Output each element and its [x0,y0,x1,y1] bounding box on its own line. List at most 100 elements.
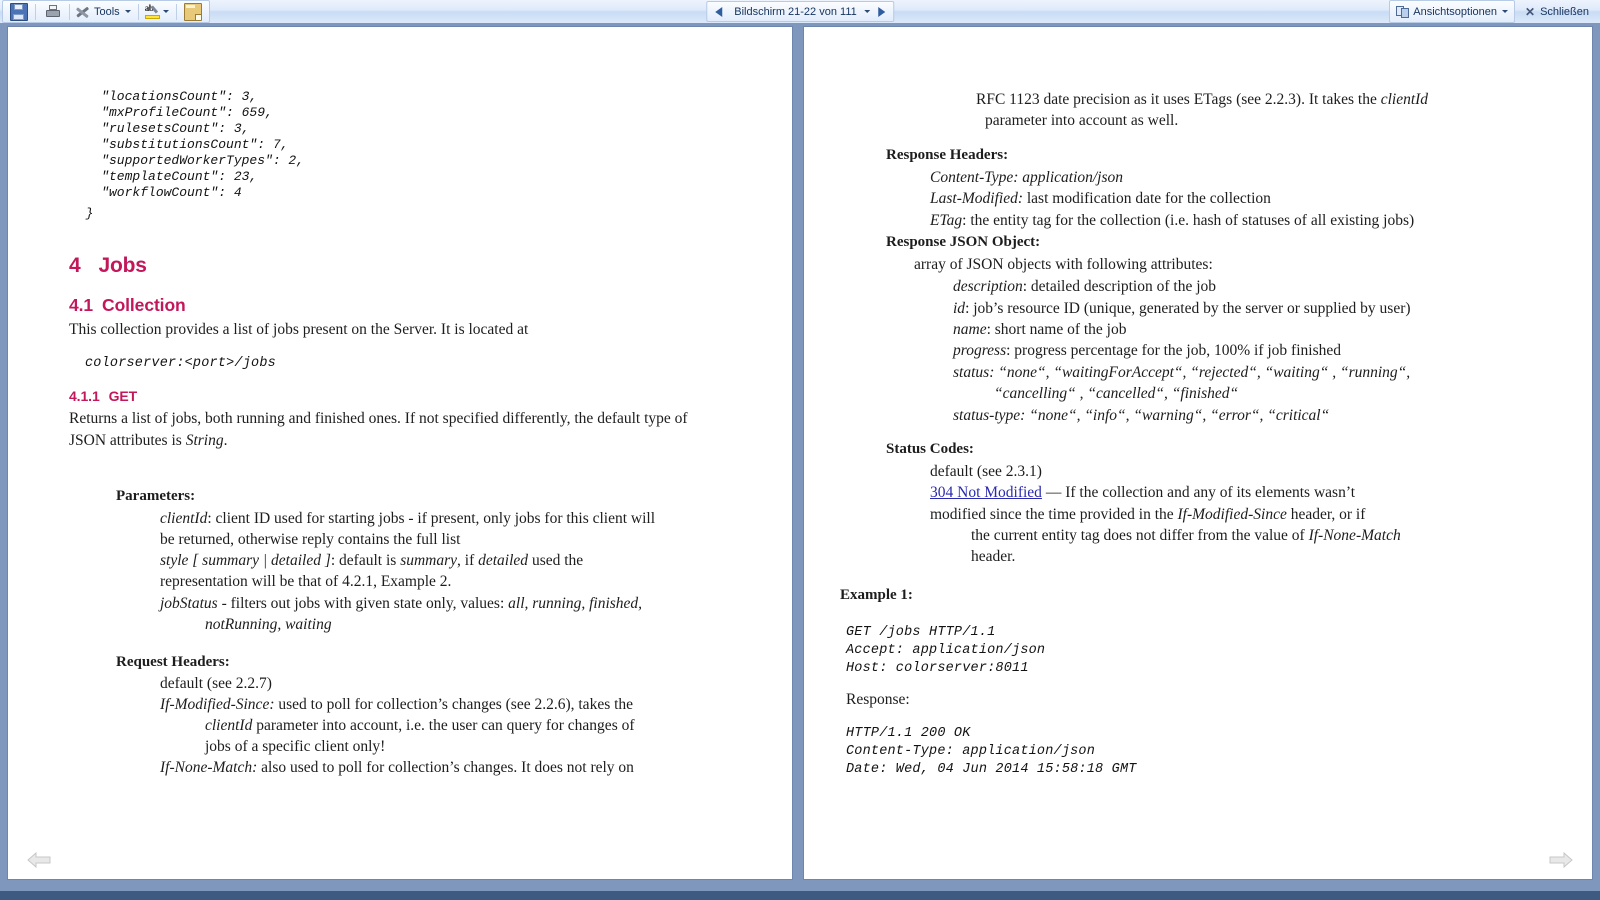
status-codes-label: Status Codes: [886,441,974,457]
response-header-last-modified: Last-Modified: last modification date fo… [930,190,1271,207]
example-response-block: HTTP/1.1 200 OK [846,726,971,741]
toolbar-divider [175,3,177,20]
tools-label: Tools [94,5,120,18]
view-options-label: Ansichtsoptionen [1413,5,1498,18]
page-left-content: "locationsCount": 3, "mxProfileCount": 6… [8,27,792,879]
sticky-note-icon [184,2,203,21]
chevron-down-icon[interactable] [124,10,131,13]
toolbar: Tools ab Bildschirm 21-22 von 111 Ansich… [0,0,1600,24]
get-description-line1: Returns a list of jobs, both running and… [69,410,688,427]
toolbar-divider [69,3,70,20]
taskbar-strip [0,891,1600,900]
document-page-right[interactable]: RFC 1123 date precision as it uses ETags… [804,27,1592,879]
heading-text: Jobs [98,254,147,277]
heading-number: 4.1.1 [69,388,100,404]
json-attr-progress: progress: progress percentage for the jo… [953,342,1341,359]
heading-number: 4.1 [69,295,94,315]
status-code-default: default (see 2.3.1) [930,463,1042,480]
document-page-left[interactable]: "locationsCount": 3, "mxProfileCount": 6… [8,27,792,879]
response-header-etag: ETag: the entity tag for the collection … [930,212,1415,229]
close-button[interactable]: ✕ Schließen [1521,1,1596,22]
status-code-304-cont1: modified since the time provided in the … [930,506,1366,523]
continued-paragraph-line1: RFC 1123 date precision as it uses ETags… [976,91,1429,108]
param-style-name: style [ summary | detailed ] [160,552,331,569]
previous-page-arrow-button[interactable] [26,849,52,871]
toolbar-divider [137,3,139,20]
param-clientid: clientId: client ID used for starting jo… [160,510,656,527]
request-header-if-modified-since: If-Modified-Since: used to poll for coll… [160,696,634,713]
json-attr-status-cont: “cancelling“ , “cancelled“, “finished“ [994,385,1239,402]
chevron-down-icon[interactable] [863,10,870,13]
next-page-arrow-button[interactable] [1548,849,1574,871]
highlighter-icon: ab [144,3,161,20]
arrow-left-icon [27,851,51,869]
json-attr-name: name: short name of the job [953,321,1127,338]
request-header-default: default (see 2.2.7) [160,675,272,692]
heading-text: GET [108,388,138,404]
heading-number: 4 [69,254,81,277]
example-1-label: Example 1: [840,587,913,603]
response-json-object-label: Response JSON Object: [886,234,1041,250]
request-header-ims-cont1: clientId parameter into account, i.e. th… [205,717,635,734]
param-clientid-cont: be returned, otherwise reply contains th… [160,531,461,548]
heading-411-get: 4.1.1 GET [69,387,137,407]
tools-icon [76,4,92,20]
param-style: style [ summary | detailed ]: default is… [160,552,584,569]
sticky-note-button[interactable] [179,1,208,22]
toolbar-file-group: Tools ab [2,0,210,23]
save-button[interactable] [4,1,33,22]
param-style-cont: representation will be that of 4.2.1, Ex… [160,573,452,590]
param-jobstatus-name: jobStatus [160,595,218,612]
json-attr-status: status: “none“, “waitingForAccept“, “rej… [953,364,1411,381]
json-attr-id: id: job’s resource ID (unique, generated… [953,300,1411,317]
document-viewer[interactable]: "locationsCount": 3, "mxProfileCount": 6… [0,23,1600,891]
view-options-icon [1395,4,1411,20]
parameters-label: Parameters: [116,488,196,504]
continued-paragraph-line2: parameter into account as well. [985,112,1179,129]
heading-4-jobs: 4 Jobs [69,251,147,281]
view-options-group: Ansichtsoptionen [1389,0,1516,23]
toolbar-divider [35,3,36,20]
status-code-304-link[interactable]: 304 Not Modified [930,484,1042,501]
response-json-intro: array of JSON objects with following att… [914,256,1213,273]
print-button[interactable] [38,1,67,22]
response-header-content-type: Content-Type: application/json [930,169,1124,186]
arrow-right-icon [878,6,886,17]
close-label: Schließen [1540,5,1589,18]
heading-41-collection: 4.1 Collection [69,293,186,318]
code-block-json: "locationsCount": 3, [70,89,258,104]
close-icon: ✕ [1525,4,1536,19]
toolbar-right-group: Ansichtsoptionen ✕ Schließen [1389,0,1596,23]
json-attr-status-type: status-type: “none“, “info“, “warning“, … [953,407,1330,424]
page-navigation: Bildschirm 21-22 von 111 [706,1,894,22]
collection-intro-text: This collection provides a list of jobs … [69,321,529,338]
example-request-block: GET /jobs HTTP/1.1 [846,625,996,640]
json-attr-description: description: detailed description of the… [953,278,1217,295]
page-indicator-label: Bildschirm 21-22 von 111 [734,5,857,18]
arrow-right-icon [1549,851,1573,869]
param-jobstatus: jobStatus - filters out jobs with given … [160,595,643,612]
previous-page-button[interactable] [707,2,729,21]
response-headers-label: Response Headers: [886,147,1009,163]
page-right-content: RFC 1123 date precision as it uses ETags… [804,27,1592,879]
chevron-down-icon[interactable] [162,10,169,13]
toolbar-left-group: Tools ab [2,0,210,23]
highlight-button[interactable]: ab [141,1,174,22]
request-header-ims-cont2: jobs of a specific client only! [205,738,386,755]
status-code-304-cont3: header. [971,548,1016,565]
status-code-304-line: 304 Not Modified — If the collection and… [930,484,1356,501]
param-clientid-name: clientId [160,510,208,527]
arrow-left-icon [714,6,722,17]
param-jobstatus-cont: notRunning, waiting [205,616,332,633]
view-options-button[interactable]: Ansichtsoptionen [1391,1,1513,22]
collection-url-code: colorserver:<port>/jobs [85,356,276,371]
next-page-button[interactable] [871,2,893,21]
example-response-label: Response: [846,691,910,708]
get-description-line2: JSON attributes is String. [69,432,228,449]
heading-text: Collection [102,295,186,315]
status-code-304-cont2: the current entity tag does not differ f… [971,527,1401,544]
request-headers-label: Request Headers: [116,654,230,670]
tools-button[interactable]: Tools [72,1,136,22]
chevron-down-icon[interactable] [1502,10,1509,13]
save-icon [9,2,28,21]
